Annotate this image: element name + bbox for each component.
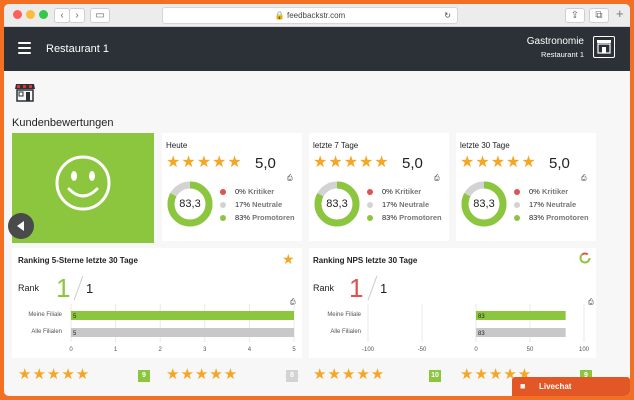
bottom-star-rating: ★★★★★ bbox=[313, 366, 386, 383]
axis-tick-label: 4 bbox=[248, 347, 252, 353]
close-window-button[interactable] bbox=[13, 10, 22, 19]
browser-window: ‹ › ▭ 🔒 feedbackstr.com ↻ ⇪ ⧉ + Restaura… bbox=[4, 4, 630, 396]
axis-tick-label: 100 bbox=[579, 347, 590, 353]
axis-tick-label: -50 bbox=[418, 347, 427, 353]
nps-value: 83,3 bbox=[473, 198, 495, 210]
menu-icon[interactable] bbox=[18, 42, 31, 57]
print-icon[interactable]: ⎙ bbox=[434, 175, 440, 183]
browser-toolbar: ‹ › ▭ 🔒 feedbackstr.com ↻ ⇪ ⧉ + bbox=[4, 4, 630, 27]
address-bar[interactable]: 🔒 feedbackstr.com ↻ bbox=[162, 7, 458, 24]
kpi-card-30-days: letzte 30 Tage ★★★★★ 5,0 ⎙ 83,3 0% Kriti… bbox=[456, 133, 596, 241]
forward-button[interactable]: › bbox=[69, 8, 85, 23]
print-icon[interactable]: ⎙ bbox=[581, 175, 587, 183]
previous-arrow-button[interactable] bbox=[8, 213, 34, 239]
bottom-star-rating: ★★★★★ bbox=[166, 366, 239, 383]
zoom-window-button[interactable] bbox=[39, 10, 48, 19]
app-header: Restaurant 1 Gastronomie Restaurant 1 bbox=[4, 27, 630, 71]
bar-value: 83 bbox=[478, 331, 485, 337]
store-icon[interactable] bbox=[593, 36, 615, 58]
kpi-card-7-days: letzte 7 Tage ★★★★★ 5,0 ⎙ 83,3 0% Kritik… bbox=[309, 133, 449, 241]
share-button[interactable]: ⇪ bbox=[565, 8, 585, 23]
reload-icon[interactable]: ↻ bbox=[444, 8, 451, 23]
print-icon[interactable]: ⎙ bbox=[287, 175, 293, 183]
page-title: Restaurant 1 bbox=[46, 43, 109, 55]
axis-tick-label: 1 bbox=[114, 347, 118, 353]
back-button[interactable]: ‹ bbox=[54, 8, 70, 23]
star-rating: ★★★★★ bbox=[166, 154, 243, 171]
card-label: letzte 7 Tage bbox=[313, 141, 359, 150]
kpi-card-today: Heute ★★★★★ 5,0 ⎙ 83,3 0% Kritiker 17% N… bbox=[162, 133, 302, 241]
org-subtitle: Restaurant 1 bbox=[541, 50, 584, 59]
bar bbox=[71, 328, 294, 337]
star-score: 5,0 bbox=[255, 155, 276, 172]
chat-bubble-icon: ■ bbox=[520, 381, 526, 391]
ranking-nps-panel: Ranking NPS letzte 30 Tage Rank 1 1 ⎙ Me… bbox=[309, 248, 596, 358]
star-score: 5,0 bbox=[549, 155, 570, 172]
star-rating: ★★★★★ bbox=[460, 154, 537, 171]
star-score: 5,0 bbox=[402, 155, 423, 172]
bar-value: 83 bbox=[478, 314, 485, 320]
livechat-label: Livechat bbox=[539, 382, 572, 391]
new-tab-button[interactable]: + bbox=[616, 6, 624, 21]
livechat-button[interactable]: ■ Livechat bbox=[512, 377, 630, 396]
axis-tick-label: 0 bbox=[69, 347, 73, 353]
axis-tick-label: 50 bbox=[527, 347, 534, 353]
nps-value: 83,3 bbox=[179, 198, 201, 210]
axis-tick-label: -100 bbox=[362, 347, 375, 353]
shop-icon bbox=[15, 84, 35, 102]
bar-chart-5-stars: 0 1 2 3 4 555 bbox=[69, 304, 296, 353]
nps-value: 83,3 bbox=[326, 198, 348, 210]
nps-legend: 0% Kritiker 17% Neutrale 83% Promotoren bbox=[367, 185, 442, 224]
count-badge: 10 bbox=[429, 370, 441, 382]
axis-tick-label: 2 bbox=[159, 347, 163, 353]
sidebar-toggle-button[interactable]: ▭ bbox=[90, 8, 110, 23]
axis-tick-label: 3 bbox=[203, 347, 207, 353]
axis-tick-label: 0 bbox=[474, 347, 478, 353]
bar bbox=[476, 328, 566, 337]
org-name: Gastronomie bbox=[526, 36, 584, 47]
lock-icon: 🔒 bbox=[274, 11, 285, 20]
card-label: Heute bbox=[166, 141, 188, 150]
ranking-5-stars-panel: Ranking 5-Sterne letzte 30 Tage ★ Rank 1… bbox=[12, 248, 302, 358]
dashboard: Kundenbewertungen Heute ★★★★★ 5,0 ⎙ 83,3 bbox=[4, 71, 630, 396]
tabs-button[interactable]: ⧉ bbox=[589, 8, 609, 23]
bar-chart-nps: -100 -50 0 50 100 83 83 bbox=[362, 304, 590, 353]
card-label: letzte 30 Tage bbox=[460, 141, 510, 150]
count-badge: 8 bbox=[286, 370, 298, 382]
minimize-window-button[interactable] bbox=[26, 10, 35, 19]
nps-legend: 0% Kritiker 17% Neutrale 83% Promotoren bbox=[220, 185, 295, 224]
url-text: feedbackstr.com bbox=[286, 11, 346, 20]
bar bbox=[71, 311, 294, 320]
axis-tick-label: 5 bbox=[292, 347, 296, 353]
bottom-star-rating: ★★★★★ bbox=[18, 366, 91, 383]
arrow-left-icon bbox=[17, 221, 24, 231]
star-rating: ★★★★★ bbox=[313, 154, 390, 171]
bar bbox=[476, 311, 566, 320]
nps-legend: 0% Kritiker 17% Neutrale 83% Promotoren bbox=[514, 185, 589, 224]
section-title: Kundenbewertungen bbox=[12, 117, 114, 129]
count-badge: 9 bbox=[138, 370, 150, 382]
